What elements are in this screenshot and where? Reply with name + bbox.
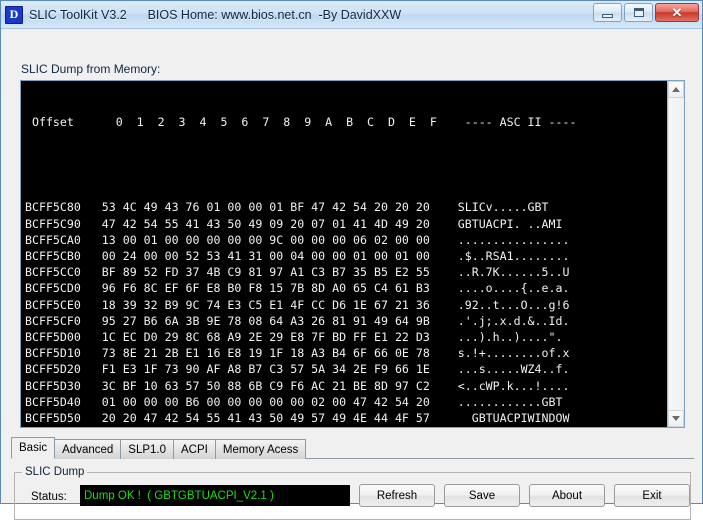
tab-basic[interactable]: Basic [11, 437, 56, 459]
client-area: SLIC Dump from Memory: Offset 0 1 2 3 4 … [1, 29, 702, 520]
hex-dump-view[interactable]: Offset 0 1 2 3 4 5 6 7 8 9 A B C D E F -… [20, 80, 685, 428]
dump-section-label: SLIC Dump from Memory: [21, 62, 161, 76]
app-icon: D [5, 5, 23, 24]
minimize-button[interactable] [593, 3, 622, 22]
title-bar[interactable]: D SLIC ToolKit V3.2 BIOS Home: www.bios.… [1, 1, 702, 29]
minimize-icon [602, 13, 613, 18]
hex-row: BCFF5CA0 13 00 01 00 00 00 00 00 9C 00 0… [25, 232, 570, 247]
hex-row: BCFF5CF0 95 27 B6 6A 3B 9E 78 08 64 A3 2… [25, 313, 570, 328]
hex-rows-container: BCFF5C80 53 4C 49 43 76 01 00 00 01 BF 4… [25, 199, 667, 427]
hex-row: BCFF5D60 53 20 01 00 02 00 00 00 00 00 0… [25, 426, 667, 427]
tab-memory-acess[interactable]: Memory Acess [214, 439, 307, 459]
status-display: Dump OK ! ( GBTGBTUACPI_V2.1 ) [80, 485, 350, 506]
tab-slp1-0[interactable]: SLP1.0 [120, 439, 175, 459]
tab-acpi[interactable]: ACPI [173, 439, 216, 459]
window-title: SLIC ToolKit V3.2 BIOS Home: www.bios.ne… [29, 7, 402, 22]
hex-column-header: Offset 0 1 2 3 4 5 6 7 8 9 A B C D E F -… [25, 115, 577, 130]
hex-header-spacer [25, 163, 667, 167]
hex-row: BCFF5CC0 BF 89 52 FD 37 4B C9 81 97 A1 C… [25, 265, 570, 280]
hex-row: BCFF5CE0 18 39 32 B9 9C 74 E3 C5 E1 4F C… [25, 297, 570, 312]
scrollbar-track[interactable] [668, 98, 684, 410]
hex-row: BCFF5D10 73 8E 21 2B E1 16 E8 19 1F 18 A… [25, 346, 570, 361]
hex-dump-text: Offset 0 1 2 3 4 5 6 7 8 9 A B C D E F -… [21, 81, 667, 427]
chevron-down-icon [672, 416, 680, 421]
hex-row: BCFF5C80 53 4C 49 43 76 01 00 00 01 BF 4… [25, 200, 570, 215]
scroll-up-button[interactable] [668, 81, 684, 98]
maximize-button[interactable] [624, 3, 653, 22]
hex-row: BCFF5D40 01 00 00 00 B6 00 00 00 00 00 0… [25, 394, 570, 409]
chevron-up-icon [672, 87, 680, 92]
app-window: D SLIC ToolKit V3.2 BIOS Home: www.bios.… [0, 0, 703, 520]
slic-dump-group-title: SLIC Dump [22, 466, 88, 478]
close-icon: ✕ [671, 5, 683, 20]
window-controls: ✕ [593, 3, 699, 22]
hex-scrollbar[interactable] [667, 81, 684, 427]
hex-row: BCFF5D30 3C BF 10 63 57 50 88 6B C9 F6 A… [25, 378, 570, 393]
close-button[interactable]: ✕ [655, 3, 699, 22]
tab-advanced[interactable]: Advanced [54, 439, 122, 459]
maximize-icon [633, 8, 644, 17]
tab-strip: Basic Advanced SLP1.0 ACPI Memory Acess [11, 437, 694, 459]
status-label: Status: [31, 491, 67, 503]
hex-row: BCFF5D20 F1 E3 1F 73 90 AF A8 B7 C3 57 5… [25, 362, 570, 377]
hex-row: BCFF5CB0 00 24 00 00 52 53 41 31 00 04 0… [25, 249, 570, 264]
scroll-down-button[interactable] [668, 410, 684, 427]
status-value: Dump OK ! ( GBTGBTUACPI_V2.1 ) [84, 489, 274, 502]
hex-row: BCFF5D50 20 20 47 42 54 55 41 43 50 49 5… [25, 411, 570, 426]
hex-row: BCFF5CD0 96 F6 8C EF 6F E8 B0 F8 15 7B 8… [25, 281, 570, 296]
hex-row: BCFF5C90 47 42 54 55 41 43 50 49 09 20 0… [25, 216, 570, 231]
hex-row: BCFF5D00 1C EC D0 29 8C 68 A9 2E 29 E8 7… [25, 330, 563, 345]
